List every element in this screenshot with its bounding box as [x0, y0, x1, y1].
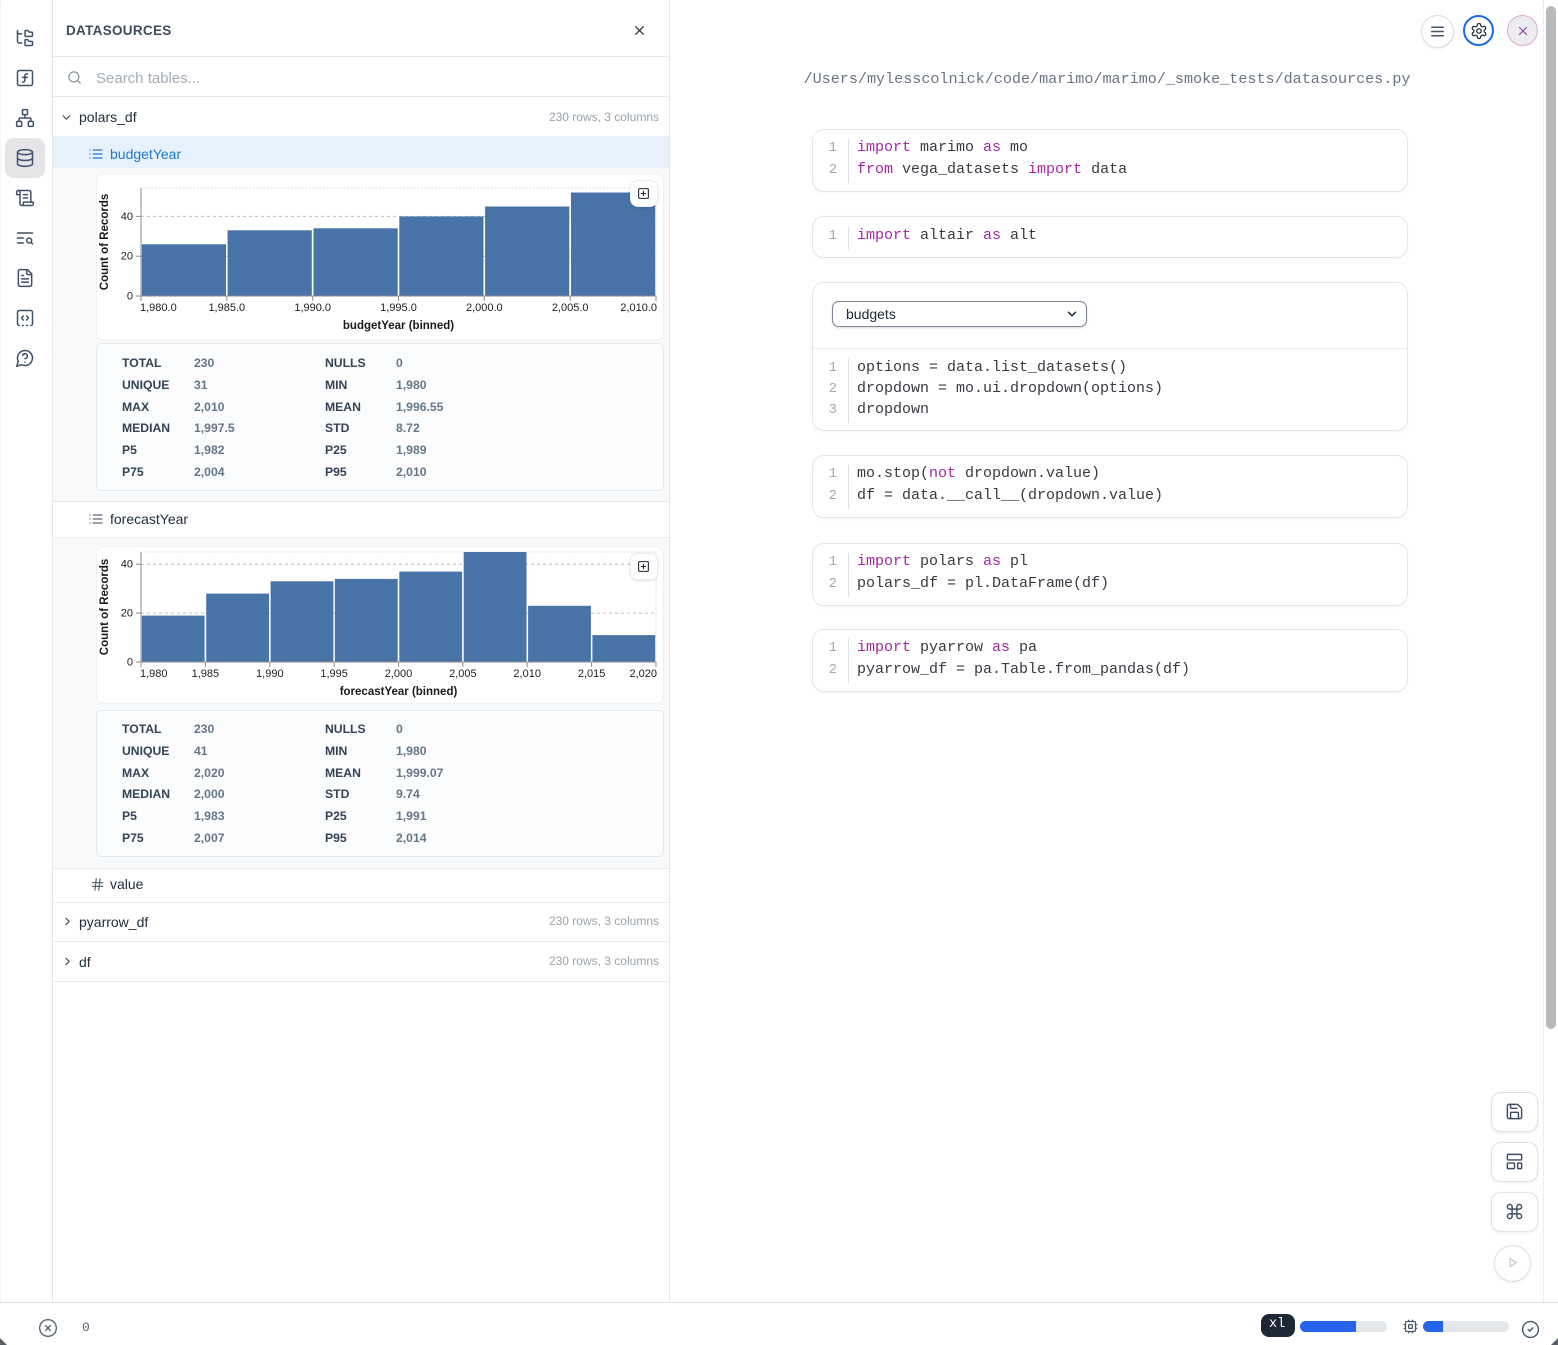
svg-text:1,995.0: 1,995.0 — [380, 302, 417, 314]
svg-text:40: 40 — [121, 559, 133, 571]
svg-text:2,005.0: 2,005.0 — [552, 302, 589, 314]
svg-text:1,985: 1,985 — [192, 668, 220, 680]
svg-text:2,015: 2,015 — [578, 668, 606, 680]
svg-text:1,985.0: 1,985.0 — [208, 302, 245, 314]
svg-text:0: 0 — [127, 657, 133, 669]
svg-text:budgetYear (binned): budgetYear (binned) — [343, 320, 454, 332]
svg-text:1,980: 1,980 — [140, 668, 168, 680]
svg-text:0: 0 — [127, 291, 133, 303]
svg-text:20: 20 — [121, 251, 133, 263]
svg-text:2,010: 2,010 — [513, 668, 541, 680]
svg-text:Count of Records: Count of Records — [99, 559, 111, 655]
svg-text:forecastYear (binned): forecastYear (binned) — [340, 686, 458, 698]
svg-text:2,000: 2,000 — [385, 668, 413, 680]
svg-text:1,990: 1,990 — [256, 668, 284, 680]
svg-text:1,980.0: 1,980.0 — [140, 302, 177, 314]
svg-text:1,990.0: 1,990.0 — [294, 302, 331, 314]
svg-text:Count of Records: Count of Records — [99, 194, 111, 290]
svg-text:2,000.0: 2,000.0 — [466, 302, 503, 314]
svg-text:2,005: 2,005 — [449, 668, 477, 680]
svg-text:40: 40 — [121, 211, 133, 223]
svg-text:2,010.0: 2,010.0 — [620, 302, 657, 314]
svg-text:20: 20 — [121, 608, 133, 620]
svg-text:2,020: 2,020 — [629, 668, 657, 680]
svg-text:1,995: 1,995 — [320, 668, 348, 680]
